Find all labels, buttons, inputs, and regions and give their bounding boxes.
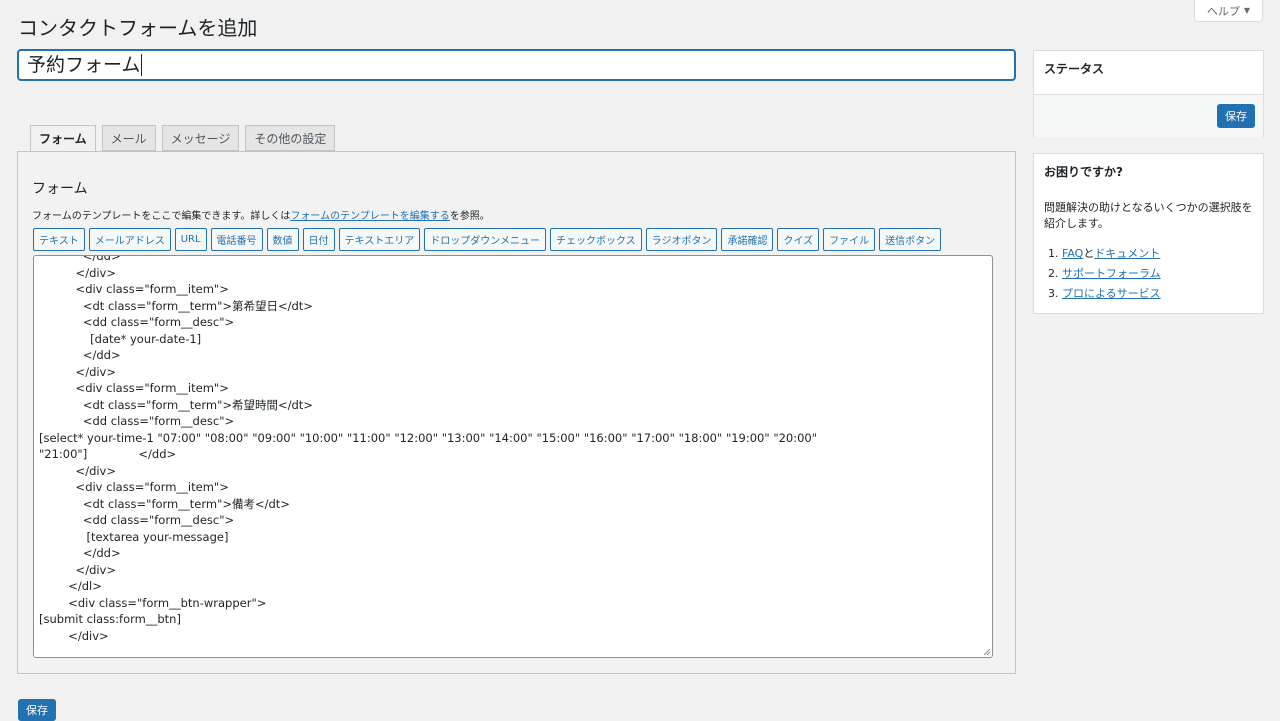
save-button-bottom[interactable]: 保存 [18,699,56,721]
pro-services-link[interactable]: プロによるサービス [1062,287,1161,300]
tag-button-email[interactable]: メールアドレス [88,228,171,251]
form-panel-heading: フォーム [32,181,88,197]
code-line: </dd> [39,255,121,263]
tag-button-checkbox[interactable]: チェックボックス [549,228,642,251]
tab-form[interactable]: フォーム [30,125,96,152]
tag-button-submit[interactable]: 送信ボタン [879,228,942,251]
save-button[interactable]: 保存 [1217,104,1255,128]
code-line: </div> [39,628,109,643]
code-line: <dd class="form__desc"> [39,513,235,527]
desc-before: フォームのテンプレートをここで編集できます。詳しくは [32,211,291,222]
code-line: </dl> [39,579,102,593]
code-line: <dd class="form__desc"> [39,414,235,428]
caret-down-icon: ▼ [1243,6,1251,15]
tag-button-text[interactable]: テキスト [33,228,85,251]
help-item-faq: FAQとドキュメント [1062,244,1253,264]
code-line: </div> [39,364,117,379]
settings-tabs: フォーム メール メッセージ その他の設定 [30,125,336,152]
code-line: </div> [39,562,117,577]
tag-button-radio[interactable]: ラジオボタン [645,228,718,251]
code-line: <dt class="form__term">希望時間</dt> [39,397,313,412]
form-panel-description: フォームのテンプレートをここで編集できます。詳しくはフォームのテンプレートを編集… [32,207,490,222]
tag-button-number[interactable]: 数値 [266,228,299,251]
tag-button-dropdown[interactable]: ドロップダウンメニュー [424,228,546,251]
code-line: <dd class="form__desc"> [39,315,235,329]
tag-button-quiz[interactable]: クイズ [777,228,820,251]
code-line: <dt class="form__term">第希望日</dt> [39,298,313,313]
help-box-text: 問題解決の助けとなるいくつかの選択肢を紹介します。 [1044,201,1253,230]
form-panel: フォーム フォームのテンプレートをここで編集できます。詳しくはフォームのテンプレ… [17,151,1016,674]
code-line: </dd> [39,546,121,560]
code-line: <div class="form__item"> [39,282,229,296]
tab-mail[interactable]: メール [101,125,156,151]
code-line: </div> [39,265,117,280]
code-line: "21:00"] </dd> [39,447,177,461]
tab-messages[interactable]: メッセージ [161,125,240,151]
code-line: <dt class="form__term">備考</dt> [39,496,290,511]
tag-button-textarea[interactable]: テキストエリア [338,228,421,251]
page-title: コンタクトフォームを追加 [18,16,258,40]
code-line: <div class="form__item"> [39,480,229,494]
tag-button-tel[interactable]: 電話番号 [210,228,263,251]
code-line: </dd> [39,348,121,362]
help-box: お困りですか? 問題解決の助けとなるいくつかの選択肢を紹介します。 FAQとドキ… [1033,153,1264,314]
form-title-input[interactable]: 予約フォーム [17,49,1016,81]
help-dropdown-button[interactable]: ヘルプ ▼ [1194,0,1263,22]
code-lines: </dd> </div> <div class="form__item"> <d… [34,255,992,644]
tag-button-date[interactable]: 日付 [302,228,335,251]
text-cursor [141,54,143,76]
status-box-title: ステータス [1034,51,1263,95]
help-item-joiner: と [1083,247,1095,260]
help-label: ヘルプ [1206,4,1240,18]
code-line: <div class="form__btn-wrapper"> [39,595,267,610]
help-item-forum: サポートフォーラム [1062,264,1253,284]
tag-generator-buttons: テキスト メールアドレス URL 電話番号 数値 日付 テキストエリア ドロップ… [33,228,942,251]
code-line: [submit class:form__btn] [39,612,181,626]
tab-additional-settings[interactable]: その他の設定 [245,125,336,151]
help-item-pro: プロによるサービス [1062,284,1253,304]
code-line: <div class="form__item"> [39,381,229,395]
help-links-list: FAQとドキュメント サポートフォーラム プロによるサービス [1044,244,1253,304]
status-box: ステータス 保存 [1033,50,1264,137]
code-line: </div> [39,463,117,478]
tag-button-acceptance[interactable]: 承諾確認 [721,228,774,251]
desc-after: を参照。 [449,211,490,222]
code-line: [date* your-date-1] [39,331,202,346]
resize-grip-icon[interactable] [983,648,991,656]
code-line: [textarea your-message] [39,529,229,544]
support-forum-link[interactable]: サポートフォーラム [1062,267,1161,280]
help-box-title: お困りですか? [1044,165,1123,179]
docs-link[interactable]: ドキュメント [1094,247,1160,260]
edit-template-link[interactable]: フォームのテンプレートを編集する [290,211,449,222]
status-box-actions: 保存 [1034,95,1263,137]
code-line: [select* your-time-1 "07:00" "08:00" "09… [39,430,818,445]
tag-button-file[interactable]: ファイル [823,228,876,251]
form-title-value: 予約フォーム [27,54,141,76]
tag-button-url[interactable]: URL [174,228,207,251]
faq-link[interactable]: FAQ [1062,247,1083,260]
form-template-editor[interactable]: </dd> </div> <div class="form__item"> <d… [33,255,993,658]
